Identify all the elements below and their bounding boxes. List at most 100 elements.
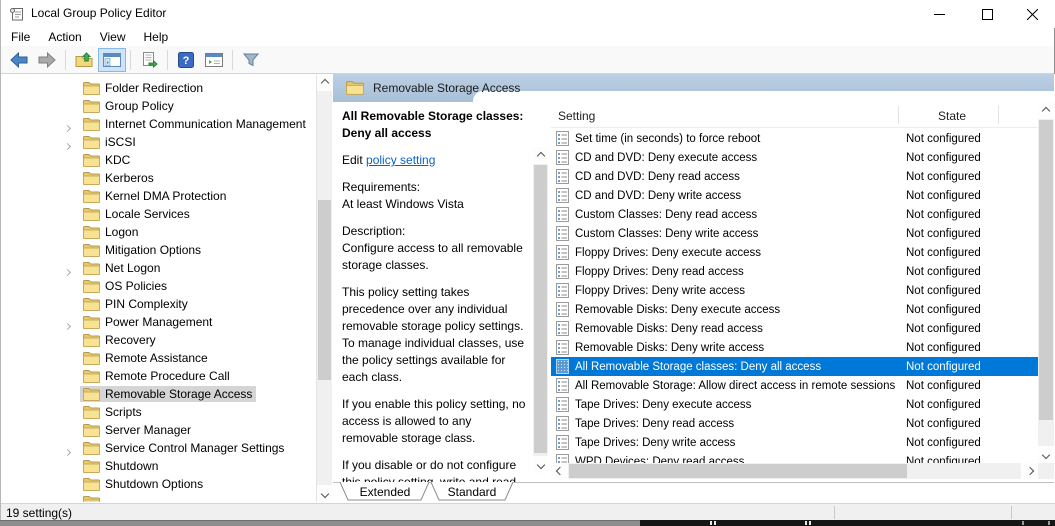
list-row[interactable]: Tape Drives: Deny write accessNot config…	[551, 433, 1038, 452]
tree-item-body[interactable]: iSCSI	[80, 134, 140, 150]
setting-name[interactable]: Floppy Drives: Deny execute access	[575, 247, 905, 259]
scroll-thumb[interactable]	[569, 464, 907, 478]
show-window-button[interactable]	[200, 48, 228, 72]
tree-item[interactable]	[2, 493, 316, 502]
setting-name[interactable]: Tape Drives: Deny read access	[575, 418, 905, 430]
list-vertical-scrollbar[interactable]	[1038, 102, 1054, 463]
tree-item-body[interactable]: Internet Communication Management	[80, 116, 310, 132]
tree-item-body[interactable]: Recovery	[80, 332, 160, 348]
tree-item-body[interactable]: KDC	[80, 152, 134, 168]
tree-item-body[interactable]: Service Control Manager Settings	[80, 440, 288, 456]
tree-item-body[interactable]: Server Manager	[80, 422, 195, 438]
setting-name[interactable]: Custom Classes: Deny read access	[575, 209, 905, 221]
tree-item-server-manager[interactable]: Server Manager	[2, 421, 316, 439]
tree-item-remote-assistance[interactable]: Remote Assistance	[2, 349, 316, 367]
setting-name[interactable]: CD and DVD: Deny execute access	[575, 152, 905, 164]
list-horizontal-scrollbar[interactable]	[551, 463, 1038, 479]
expand-chevron-icon[interactable]	[65, 264, 70, 278]
menu-help[interactable]: Help	[135, 29, 178, 46]
tree-item-shutdown-options[interactable]: Shutdown Options	[2, 475, 316, 493]
tree-item-recovery[interactable]: Recovery	[2, 331, 316, 349]
menu-action[interactable]: Action	[39, 29, 90, 46]
tree-item-iscsi[interactable]: iSCSI	[2, 133, 316, 151]
scroll-down-button[interactable]	[1038, 446, 1054, 463]
tree-item-removable-storage-access[interactable]: Removable Storage Access	[2, 385, 316, 403]
setting-name[interactable]: Floppy Drives: Deny write access	[575, 285, 905, 297]
scroll-left-button[interactable]	[551, 463, 568, 479]
tree-item-body[interactable]: Power Management	[80, 314, 216, 330]
list-row[interactable]: Tape Drives: Deny execute accessNot conf…	[551, 395, 1038, 414]
list-row[interactable]: CD and DVD: Deny execute accessNot confi…	[551, 148, 1038, 167]
minimize-button[interactable]	[916, 0, 962, 28]
maximize-button[interactable]	[964, 0, 1010, 28]
tree-item-folder-redirection[interactable]: Folder Redirection	[2, 79, 316, 97]
tree-item-group-policy[interactable]: Group Policy	[2, 97, 316, 115]
description-scrollbar[interactable]	[533, 147, 548, 473]
setting-name[interactable]: All Removable Storage: Allow direct acce…	[575, 380, 905, 392]
tree-item-body[interactable]: Logon	[80, 224, 142, 240]
expand-chevron-icon[interactable]	[65, 444, 70, 458]
tab-standard-label[interactable]: Standard	[448, 485, 497, 499]
menu-view[interactable]: View	[91, 29, 135, 46]
tree-item-scripts[interactable]: Scripts	[2, 403, 316, 421]
tree-item-body[interactable]: Shutdown Options	[80, 476, 207, 492]
tree-item-body[interactable]: Folder Redirection	[80, 80, 207, 96]
scroll-down-button[interactable]	[317, 485, 332, 502]
expand-chevron-icon[interactable]	[65, 138, 70, 152]
show-console-tree-button[interactable]	[98, 48, 126, 72]
forward-button[interactable]	[33, 48, 61, 72]
tree-item-body[interactable]: Net Logon	[80, 260, 164, 276]
tree-item-body[interactable]: Removable Storage Access	[80, 386, 256, 402]
tree-item-body[interactable]: Locale Services	[80, 206, 194, 222]
tree-item-kerberos[interactable]: Kerberos	[2, 169, 316, 187]
setting-name[interactable]: All Removable Storage classes: Deny all …	[575, 361, 905, 373]
scroll-up-button[interactable]	[1038, 102, 1054, 119]
tree-item-body[interactable]: Mitigation Options	[80, 242, 205, 258]
list-row[interactable]: Floppy Drives: Deny execute accessNot co…	[551, 243, 1038, 262]
tree-item-body[interactable]: Remote Assistance	[80, 350, 212, 366]
setting-name[interactable]: Floppy Drives: Deny read access	[575, 266, 905, 278]
scroll-up-button[interactable]	[533, 147, 548, 164]
tree-item-logon[interactable]: Logon	[2, 223, 316, 241]
menu-file[interactable]: File	[2, 29, 39, 46]
export-list-button[interactable]	[135, 48, 163, 72]
column-header-state[interactable]: State	[906, 109, 998, 123]
tree-item-body[interactable]: Group Policy	[80, 98, 178, 114]
tree-item-body[interactable]: Remote Procedure Call	[80, 368, 234, 384]
list-row[interactable]: Removable Disks: Deny execute accessNot …	[551, 300, 1038, 319]
setting-name[interactable]: Custom Classes: Deny write access	[575, 228, 905, 240]
tree-item-body[interactable]: PIN Complexity	[80, 296, 192, 312]
close-button[interactable]	[1009, 0, 1055, 28]
scroll-thumb[interactable]	[318, 200, 331, 380]
list-row[interactable]: Tape Drives: Deny read accessNot configu…	[551, 414, 1038, 433]
tree-item-locale-services[interactable]: Locale Services	[2, 205, 316, 223]
tree-item-kdc[interactable]: KDC	[2, 151, 316, 169]
expand-chevron-icon[interactable]	[65, 120, 70, 134]
list-row[interactable]: Custom Classes: Deny read accessNot conf…	[551, 205, 1038, 224]
tree-item-body[interactable]: Shutdown	[80, 458, 162, 474]
list-row[interactable]: All Removable Storage: Allow direct acce…	[551, 376, 1038, 395]
list-row[interactable]: Custom Classes: Deny write accessNot con…	[551, 224, 1038, 243]
help-button[interactable]: ?	[172, 48, 200, 72]
tree-item-mitigation-options[interactable]: Mitigation Options	[2, 241, 316, 259]
tree-item-body[interactable]	[80, 494, 109, 502]
scroll-thumb[interactable]	[534, 165, 547, 453]
list-row[interactable]: Set time (in seconds) to force rebootNot…	[551, 129, 1038, 148]
scroll-up-button[interactable]	[317, 74, 332, 91]
tree-item-internet-communication-management[interactable]: Internet Communication Management	[2, 115, 316, 133]
setting-name[interactable]: CD and DVD: Deny read access	[575, 171, 905, 183]
tree-item-kernel-dma-protection[interactable]: Kernel DMA Protection	[2, 187, 316, 205]
edit-policy-setting-link[interactable]: policy setting	[366, 153, 435, 167]
column-header-setting[interactable]: Setting	[558, 109, 595, 123]
list-row[interactable]: Floppy Drives: Deny read accessNot confi…	[551, 262, 1038, 281]
tree-scrollbar[interactable]	[317, 74, 332, 502]
tree-item-power-management[interactable]: Power Management	[2, 313, 316, 331]
list-row[interactable]: Floppy Drives: Deny write accessNot conf…	[551, 281, 1038, 300]
column-separator[interactable]	[898, 106, 899, 124]
setting-name[interactable]: Tape Drives: Deny execute access	[575, 399, 905, 411]
back-button[interactable]	[5, 48, 33, 72]
tree-item-remote-procedure-call[interactable]: Remote Procedure Call	[2, 367, 316, 385]
filter-button[interactable]	[237, 48, 265, 72]
list-row[interactable]: All Removable Storage classes: Deny all …	[551, 357, 1038, 376]
tree-item-body[interactable]: Kernel DMA Protection	[80, 188, 230, 204]
